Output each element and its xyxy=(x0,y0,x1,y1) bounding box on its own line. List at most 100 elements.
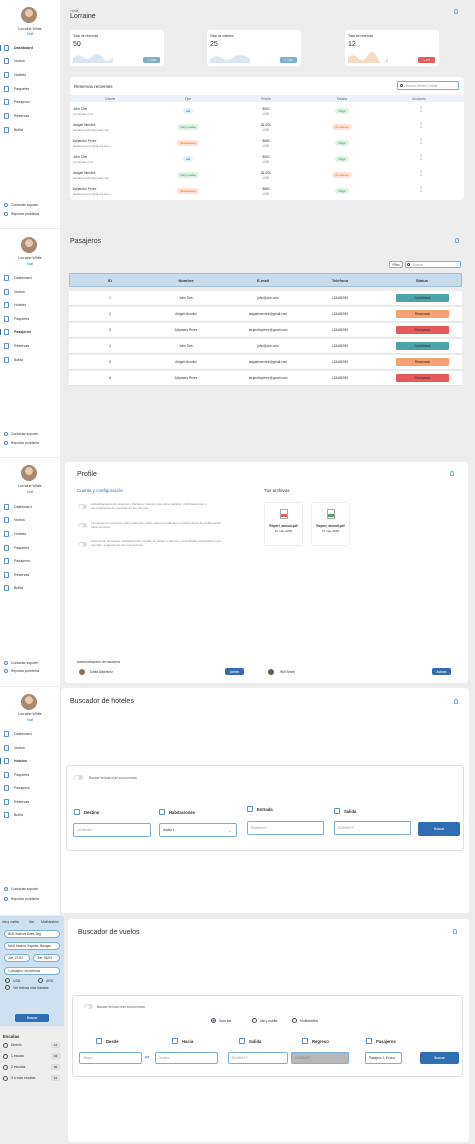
sidebar-item-vuelos[interactable]: Vuelos xyxy=(4,516,58,524)
report-link[interactable]: Reportar problema xyxy=(4,441,39,445)
trip-solo-ida-radio[interactable]: Solo ida xyxy=(211,1018,231,1023)
admin-button[interactable]: Admin xyxy=(225,668,244,675)
support-link[interactable]: Contactar soporte xyxy=(4,203,38,207)
more-actions-icon[interactable]: ⋮ xyxy=(418,187,424,193)
support-link[interactable]: Contactar soporte xyxy=(4,661,38,665)
report-link[interactable]: Reportar problema xyxy=(4,897,39,901)
sidebar-item-reservas[interactable]: Reservas xyxy=(4,342,58,350)
sidebar-item-vuelos[interactable]: Vuelos xyxy=(4,288,58,296)
sidebar-item-vuelos[interactable]: Vuelos xyxy=(4,744,58,752)
habitaciones-select[interactable]: Adulto 1 xyxy=(159,823,237,837)
return-date-input[interactable]: Jue, 06/03 xyxy=(33,954,60,962)
sidebar-item-reservas[interactable]: Reservas xyxy=(4,798,58,806)
sidebar-item-reservas[interactable]: Reservas xyxy=(4,571,58,579)
passenger-phone: 123456789 xyxy=(332,376,348,380)
sidebar-item-dashboard[interactable]: Dashboard xyxy=(0,44,58,52)
sidebar-item-dashboard[interactable]: Dashboard xyxy=(4,503,58,511)
sidebar-item-hoteles[interactable]: Hoteles xyxy=(4,301,58,309)
sidebar-item-bolita[interactable]: Bolita xyxy=(4,584,58,592)
departure-date-input[interactable]: Jue, 27/02 xyxy=(4,954,30,962)
sidebar-item-pasajeros[interactable]: Pasajeros xyxy=(4,784,58,792)
search-input[interactable]: Buscar xyxy=(405,261,461,268)
sidebar-item-bolita[interactable]: Bolita xyxy=(4,811,58,819)
cheap-dates-checkbox[interactable]: Ver fechas más baratas xyxy=(5,985,49,990)
trip-type-option[interactable]: Multidestino xyxy=(41,920,59,924)
support-link[interactable]: Contactar soporte xyxy=(4,887,38,891)
entrada-input[interactable]: DD/MM/YY xyxy=(247,821,324,835)
stop-option[interactable]: 3 o más escalas 10 xyxy=(3,1075,61,1083)
more-actions-icon[interactable]: ⋮ xyxy=(418,155,424,161)
more-actions-icon[interactable]: ⋮ xyxy=(418,123,424,129)
cheap-dates-toggle[interactable] xyxy=(74,775,83,780)
bell-icon[interactable] xyxy=(450,471,454,476)
stop-label: 2 escalas xyxy=(11,1065,26,1069)
status-badge: Confirmado xyxy=(396,294,449,302)
swap-icon[interactable]: ⇄ xyxy=(145,1055,149,1061)
sidebar-item-bolita[interactable]: Bolita xyxy=(4,126,58,134)
report-link[interactable]: Reportar problema xyxy=(4,669,39,673)
stop-count: 10 xyxy=(51,1075,60,1081)
sidebar-item-vuelos[interactable]: Vuelos xyxy=(4,57,58,65)
stop-option[interactable]: 2 escalas 56 xyxy=(3,1064,61,1072)
support-link[interactable]: Contactar soporte xyxy=(4,432,38,436)
return-date-input[interactable]: DD/MM/YY xyxy=(291,1052,349,1064)
search-button[interactable]: Buscar xyxy=(418,822,460,836)
bell-icon[interactable] xyxy=(455,238,459,243)
search-button[interactable]: Buscar xyxy=(420,1052,459,1064)
origin-input[interactable]: Origen xyxy=(79,1052,142,1064)
departure-date-input[interactable]: DD/MM/YY xyxy=(228,1052,288,1064)
type-pill: Ida y vuelta xyxy=(168,172,208,178)
search-button[interactable]: Buscar xyxy=(15,1014,49,1022)
cheap-dates-toggle[interactable] xyxy=(84,1004,93,1009)
destination-input[interactable]: Destino xyxy=(155,1052,218,1064)
sidebar-item-dashboard[interactable]: Dashboard xyxy=(4,730,58,738)
destination-input[interactable]: MAD Madrid, España, Barajas xyxy=(4,942,60,950)
toggle-switch[interactable] xyxy=(78,504,87,509)
sidebar-item-reservas[interactable]: Reservas xyxy=(4,112,58,120)
activate-button[interactable]: Activar xyxy=(432,668,451,675)
headset-icon xyxy=(4,887,8,891)
more-actions-icon[interactable]: ⋮ xyxy=(418,107,424,113)
more-actions-icon[interactable]: ⋮ xyxy=(418,139,424,145)
sidebar-item-hoteles[interactable]: Hoteles xyxy=(0,757,58,765)
bell-icon[interactable] xyxy=(454,699,458,704)
stop-option[interactable]: Directo 12 xyxy=(3,1042,61,1050)
admin-title: Administración de usuarios xyxy=(77,660,121,664)
file-card[interactable]: Report_annual.pdf 27 may 2020 xyxy=(265,503,302,545)
toggle-switch[interactable] xyxy=(78,542,87,547)
toggle-switch[interactable] xyxy=(78,523,87,528)
search-input[interactable]: Buscar cliente o email xyxy=(397,81,459,90)
sidebar-item-hoteles[interactable]: Hoteles xyxy=(4,530,58,538)
trip-type-option[interactable]: Ida xyxy=(29,920,34,924)
trip-ida-vuelta-radio[interactable]: Ida y vuelta xyxy=(252,1018,277,1023)
table-row: Alejandro Perez alejandroperez@gmail.com… xyxy=(70,136,464,152)
origin-input[interactable]: BUE Buenos Aires, Arg xyxy=(4,930,60,938)
sidebar-item-paquetes[interactable]: Paquetes xyxy=(4,315,58,323)
sidebar-item-paquetes[interactable]: Paquetes xyxy=(4,771,58,779)
bell-icon[interactable] xyxy=(453,929,457,934)
reservations-icon xyxy=(4,799,9,805)
trip-multidestino-radio[interactable]: Multidestino xyxy=(292,1018,318,1023)
sidebar-item-hoteles[interactable]: Hoteles xyxy=(4,71,58,79)
sidebar-item-bolita[interactable]: Bolita xyxy=(4,356,58,364)
sidebar-item-paquetes[interactable]: Paquetes xyxy=(4,85,58,93)
destino-input[interactable]: ¿A dónde? xyxy=(73,823,151,837)
sidebar-item-pasajeros[interactable]: Pasajeros xyxy=(4,557,58,565)
trip-type-option[interactable]: Ida y vuelta xyxy=(2,920,19,924)
currency-usd-radio[interactable]: USD xyxy=(5,978,20,983)
flight-search-card: Buscador de vuelos Buscar fechas más eco… xyxy=(68,919,469,1142)
sidebar-item-pasajeros[interactable]: Pasajeros xyxy=(4,98,58,106)
passengers-input[interactable]: 1 pasajero, económica xyxy=(4,967,60,975)
sidebar-item-paquetes[interactable]: Paquetes xyxy=(4,544,58,552)
filter-button[interactable]: Filtro xyxy=(389,261,403,268)
currency-ars-radio[interactable]: ARS xyxy=(38,978,53,983)
passengers-select[interactable]: Pasajero 1, Econó xyxy=(365,1052,402,1064)
stop-option[interactable]: 1 escala 34 xyxy=(3,1053,61,1061)
more-actions-icon[interactable]: ⋮ xyxy=(418,171,424,177)
salida-input[interactable]: DD/MM/YY xyxy=(334,821,411,835)
file-card[interactable]: Report_annual.pdf 27 may 2020 xyxy=(312,503,349,545)
sidebar-item-pasajeros[interactable]: Pasajeros xyxy=(0,328,58,336)
report-link[interactable]: Reportar problema xyxy=(4,212,39,216)
sidebar-item-dashboard[interactable]: Dashboard xyxy=(4,274,58,282)
bell-icon[interactable] xyxy=(454,9,458,14)
